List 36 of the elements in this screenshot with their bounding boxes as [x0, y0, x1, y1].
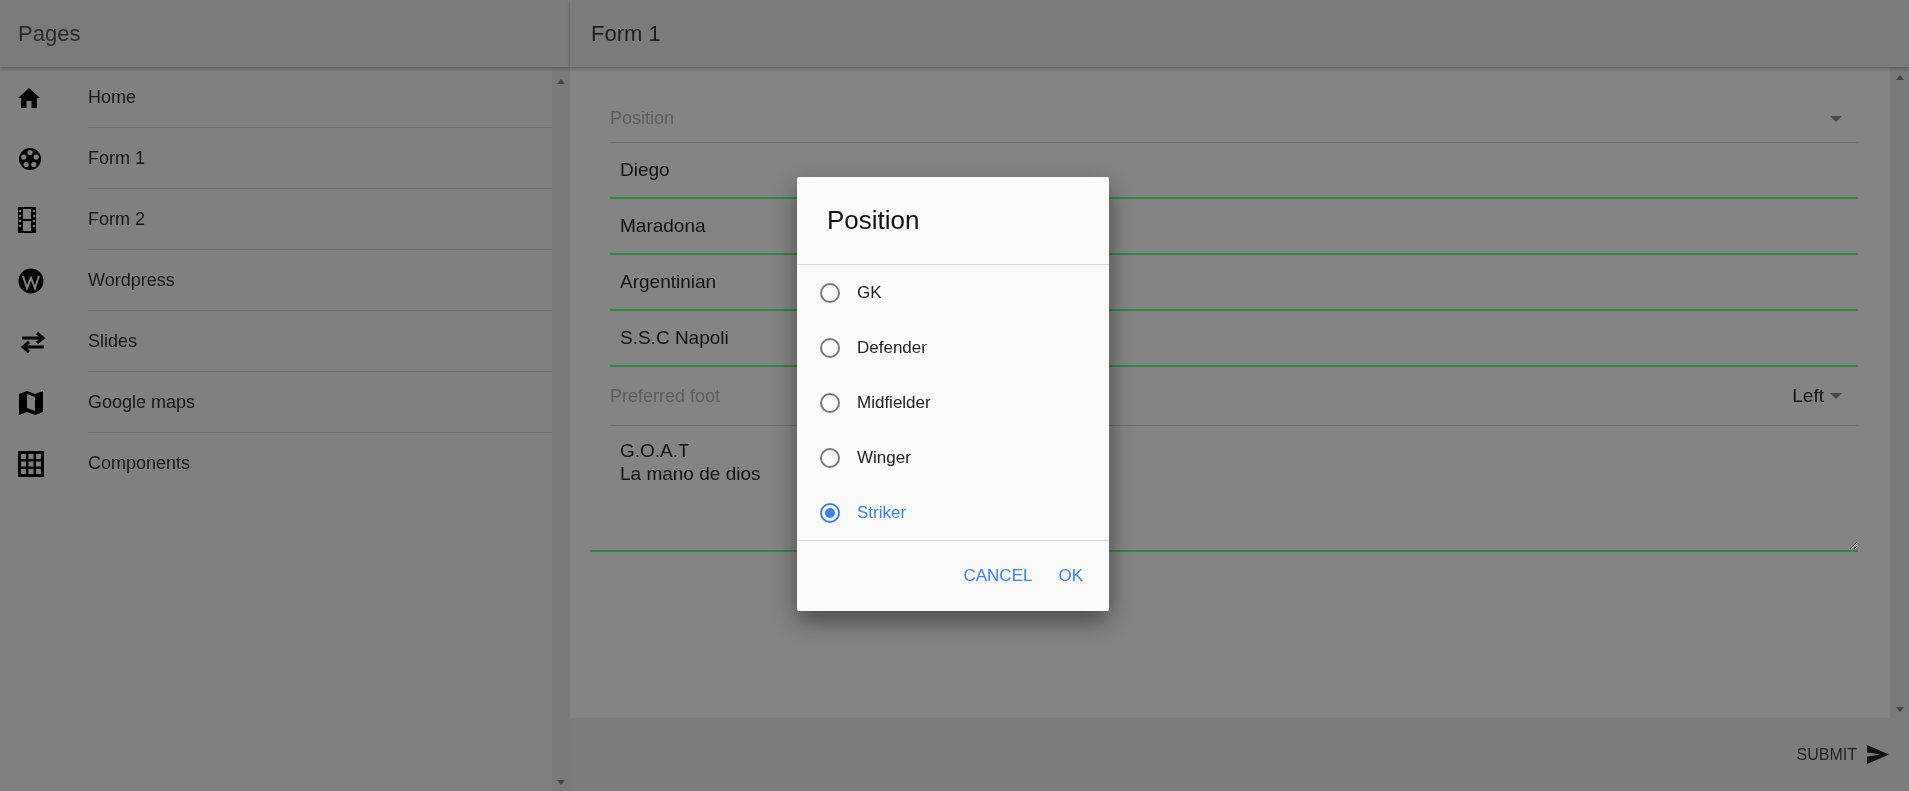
scroll-up-arrow-icon [557, 79, 565, 84]
dropdown-caret-icon [1830, 393, 1842, 399]
submit-button[interactable]: SUBMIT [1790, 739, 1895, 770]
sidebar-title: Pages [18, 20, 81, 47]
scroll-down-arrow-icon [1895, 707, 1904, 712]
radio-button[interactable] [820, 392, 840, 413]
scroll-up-arrow-icon [1895, 75, 1904, 80]
ok-button[interactable]: OK [1050, 558, 1091, 594]
page-title: Form 1 [591, 20, 661, 47]
sidebar-item[interactable]: Components [0, 433, 552, 494]
radio-option[interactable]: Winger [797, 430, 1109, 485]
sidebar-item[interactable]: Form 2 [0, 189, 552, 250]
foot-select[interactable]: Left [1792, 385, 1842, 407]
scroll-down-arrow-icon [557, 780, 565, 785]
radio-button[interactable] [820, 502, 840, 523]
wordpress-logo-icon [18, 267, 44, 294]
radio-button[interactable] [820, 282, 840, 303]
film-strip-icon [18, 206, 36, 233]
dialog-title: Position [797, 177, 1109, 265]
cancel-button[interactable]: CANCEL [955, 558, 1041, 594]
scrollbar[interactable] [552, 67, 570, 791]
home-icon [18, 87, 40, 108]
map-icon [18, 389, 44, 416]
soccer-ball-icon [18, 146, 42, 171]
radio-option[interactable]: Striker [797, 485, 1109, 540]
swap-arrows-icon [18, 329, 48, 354]
radio-button[interactable] [820, 447, 840, 468]
sidebar-item[interactable]: Form 1 [0, 128, 552, 189]
sidebar-item[interactable]: Home [0, 67, 552, 128]
grid-icon [18, 450, 44, 477]
dropdown-caret-icon [1830, 115, 1842, 122]
sidebar-item[interactable]: Wordpress [0, 250, 552, 311]
sidebar-item[interactable]: Slides [0, 311, 552, 372]
sidebar-item[interactable]: Google maps [0, 372, 552, 433]
radio-button[interactable] [820, 337, 840, 358]
send-icon [1867, 745, 1889, 764]
